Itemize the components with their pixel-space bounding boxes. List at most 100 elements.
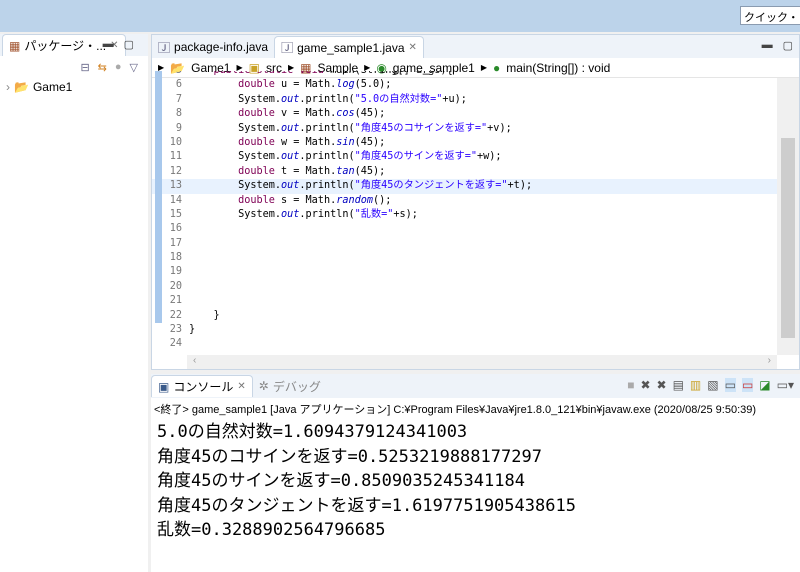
scroll-lock-icon[interactable]: ▥ <box>690 378 701 392</box>
code-line[interactable]: 8 double v = Math.cos(45); <box>152 107 777 122</box>
code-text: System.out.println("乱数="+s); <box>189 208 418 220</box>
line-number: 9 <box>175 122 182 134</box>
code-text: public static void main(String[] args){ <box>189 71 453 78</box>
code-line[interactable]: 10 double w = Math.sin(45); <box>152 135 777 151</box>
code-line[interactable]: 18 <box>152 251 777 266</box>
code-text: double s = Math.random(); <box>189 194 392 206</box>
output-line: 角度45のタンジェントを返す=1.6197751905438615 <box>157 495 576 516</box>
show-on-stderr-icon[interactable]: ▭ <box>741 378 754 392</box>
line-number: 16 <box>169 223 182 235</box>
line-number: 21 <box>169 295 182 307</box>
java-file-icon: 🄹 <box>158 40 171 55</box>
debug-icon: ✲ <box>258 379 269 393</box>
console-process-info: <終了> game_sample1 [Java アプリケーション] C:¥Pro… <box>154 404 757 416</box>
tab-package-info[interactable]: 🄹package-info.java <box>152 36 274 58</box>
output-line: 5.0の自然対数=1.6094379124341003 <box>157 422 468 442</box>
line-number: 20 <box>169 280 182 292</box>
code-line[interactable]: 21 <box>152 294 777 309</box>
tab-debug[interactable]: ✲ デバッグ <box>253 375 327 397</box>
main-toolbar: クイック・アクセス <box>0 0 800 32</box>
code-line[interactable]: 23} <box>152 323 777 337</box>
tab-label: デバッグ <box>272 379 321 394</box>
code-line[interactable]: 17 <box>152 236 777 252</box>
line-number: 23 <box>169 324 182 336</box>
code-line[interactable]: 7 System.out.println("5.0の自然対数="+u); <box>152 92 777 108</box>
line-number: 17 <box>169 237 182 249</box>
horizontal-scrollbar[interactable]: ‹ › <box>187 355 777 369</box>
console-icon: ▣ <box>158 379 170 394</box>
code-text: System.out.println("角度45のコサインを返す="+v); <box>189 122 512 134</box>
close-icon[interactable]: ✕ <box>237 381 245 392</box>
tab-label: コンソール <box>173 380 234 394</box>
line-number: 15 <box>169 208 182 220</box>
word-wrap-icon[interactable]: ▧ <box>707 378 718 392</box>
chevron-right-icon[interactable]: › <box>6 80 10 94</box>
vertical-scrollbar[interactable] <box>777 78 799 355</box>
code-text: double u = Math.log(5.0); <box>189 79 392 91</box>
line-number: 10 <box>169 136 182 148</box>
pin-console-icon[interactable]: ◪ <box>759 378 770 392</box>
line-number: 22 <box>169 309 182 321</box>
tab-label: game_sample1.java <box>297 40 405 55</box>
output-line: 角度45のコサインを返す=0.5253219888177297 <box>157 446 542 467</box>
code-text: double t = Math.tan(45); <box>189 165 386 177</box>
console-view: ▣ コンソール ✕ ✲ デバッグ ■ ✖ ✖ ▤ ▥ ▧ ▭ ▭ ◪ ▭▾ <終了> … <box>151 374 800 572</box>
tree-label: Game1 <box>32 80 73 94</box>
minimize-icon[interactable]: ▬ <box>103 38 114 51</box>
code-text: } <box>189 309 220 321</box>
tab-label: package-info.java <box>174 40 269 54</box>
maximize-icon[interactable]: ▢ <box>783 39 793 52</box>
code-text: System.out.println("5.0の自然対数="+u); <box>189 93 467 105</box>
code-line[interactable]: 11 System.out.println("角度45のサインを返す="+w); <box>152 150 777 165</box>
console-output: 5.0の自然対数=1.6094379124341003 角度45のコサインを返す… <box>151 416 800 547</box>
code-text: System.out.println("角度45のタンジェントを返す="+t); <box>189 180 533 192</box>
terminate-icon[interactable]: ■ <box>627 378 634 392</box>
code-line[interactable]: 20 <box>152 279 777 295</box>
code-line[interactable]: 12 double t = Math.tan(45); <box>152 164 777 180</box>
link-editor-icon[interactable]: ⇆ <box>98 61 107 74</box>
tab-label: パッケージ・... <box>24 39 107 53</box>
display-console-icon[interactable]: ▭▾ <box>777 378 794 392</box>
line-number: 6 <box>175 79 182 91</box>
code-line[interactable]: 24 <box>152 337 777 348</box>
minimize-icon[interactable]: ▬ <box>762 39 773 52</box>
line-number: 8 <box>175 108 182 120</box>
package-explorer: ▦ パッケージ・... ✕ ▬ ▢ ⊟ ⇆ ● ▽ › 📂 Game1 <box>0 34 148 572</box>
code-text: double v = Math.cos(45); <box>189 108 386 120</box>
output-line: 乱数=0.3288902564796685 <box>157 520 386 540</box>
code-area[interactable]: 5 public static void main(String[] args)… <box>152 71 777 348</box>
code-text: System.out.println("角度45のサインを返す="+w); <box>189 151 502 163</box>
code-line[interactable]: 6 double u = Math.log(5.0); <box>152 78 777 93</box>
view-menu-icon[interactable]: ▽ <box>130 61 138 74</box>
collapse-all-icon[interactable]: ⊟ <box>80 61 89 74</box>
java-file-icon: 🄹 <box>281 41 294 55</box>
tree-item-game1[interactable]: › 📂 Game1 <box>0 78 148 96</box>
remove-launch-icon[interactable]: ✖ <box>640 378 650 392</box>
package-icon: ▦ <box>9 38 21 53</box>
code-editor: 🄹package-info.java 🄹game_sample1.java ✕ ▬… <box>151 34 800 370</box>
filter-icon[interactable]: ● <box>115 61 122 73</box>
code-line[interactable]: 9 System.out.println("角度45のコサインを返す="+v); <box>152 121 777 136</box>
close-icon[interactable]: ✕ <box>409 42 417 53</box>
code-line[interactable]: 19 <box>152 265 777 280</box>
quick-access-input[interactable]: クイック・アクセス <box>740 6 800 25</box>
line-number: 11 <box>169 151 182 163</box>
code-line[interactable]: 16 <box>152 222 777 237</box>
code-line[interactable]: 13 System.out.println("角度45のタンジェントを返す="+… <box>152 179 777 194</box>
show-on-stdout-icon[interactable]: ▭ <box>724 378 736 392</box>
line-number: 19 <box>169 266 182 278</box>
maximize-icon[interactable]: ▢ <box>124 38 134 51</box>
remove-all-icon[interactable]: ✖ <box>657 378 667 392</box>
clear-console-icon[interactable]: ▤ <box>673 378 684 392</box>
code-line[interactable]: 14 double s = Math.random(); <box>152 193 777 208</box>
code-line[interactable]: 15 System.out.println("乱数="+s); <box>152 207 777 223</box>
code-line[interactable]: 5 public static void main(String[] args)… <box>152 71 777 79</box>
line-number: 14 <box>169 194 182 206</box>
line-number: 18 <box>169 252 182 264</box>
output-line: 角度45のサインを返す=0.8509035245341184 <box>157 471 525 491</box>
line-number: 5 <box>152 71 182 78</box>
project-folder-icon: 📂 <box>14 80 29 94</box>
tab-game-sample1[interactable]: 🄹game_sample1.java ✕ <box>274 36 424 58</box>
code-line[interactable]: 22 } <box>152 308 777 324</box>
tab-console[interactable]: ▣ コンソール ✕ <box>151 375 253 397</box>
